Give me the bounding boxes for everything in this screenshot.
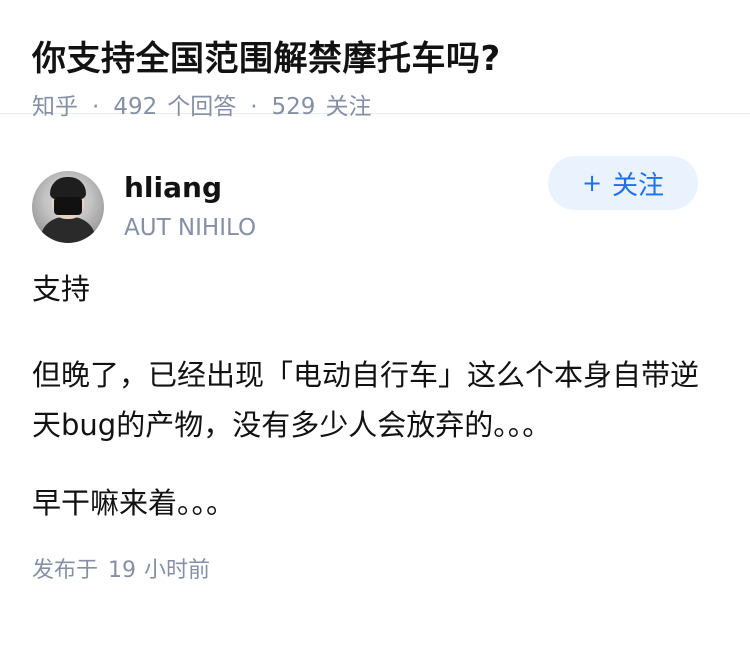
author-bio: AUT NIHILO xyxy=(124,215,257,241)
answer-content: 支持 但晚了，已经出现「电动自行车」这么个本身自带逆天bug的产物，没有多少人会… xyxy=(32,264,718,528)
question-header: 你支持全国范围解禁摩托车吗? 知乎 · 492 个回答 · 529 关注 xyxy=(0,0,750,120)
question-title[interactable]: 你支持全国范围解禁摩托车吗? xyxy=(32,36,718,82)
answer-paragraph: 支持 xyxy=(32,272,91,306)
follow-button[interactable]: + 关注 xyxy=(548,156,698,210)
camera-icon xyxy=(54,197,82,215)
published-time: 发布于 19 小时前 xyxy=(32,556,718,586)
answer-page: 你支持全国范围解禁摩托车吗? 知乎 · 492 个回答 · 529 关注 hli… xyxy=(0,0,750,654)
published-number: 19 xyxy=(108,558,137,583)
answer-card: hliang AUT NIHILO + 关注 支持 但晚了，已经出现「电动自行车… xyxy=(0,114,750,586)
answer-paragraph: 但晚了，已经出现「电动自行车」这么个本身自带逆天bug的产物，没有多少人会放弃的… xyxy=(32,358,700,442)
avatar-hair xyxy=(50,177,86,199)
author-row: hliang AUT NIHILO + 关注 xyxy=(32,114,718,264)
plus-icon: + xyxy=(581,169,603,197)
follow-button-label: 关注 xyxy=(612,170,665,201)
answer-paragraph: 早干嘛来着。。。 xyxy=(32,486,236,520)
published-prefix: 发布于 xyxy=(32,558,99,583)
avatar-body xyxy=(40,217,96,243)
published-suffix: 小时前 xyxy=(144,558,211,583)
avatar[interactable] xyxy=(32,171,104,243)
